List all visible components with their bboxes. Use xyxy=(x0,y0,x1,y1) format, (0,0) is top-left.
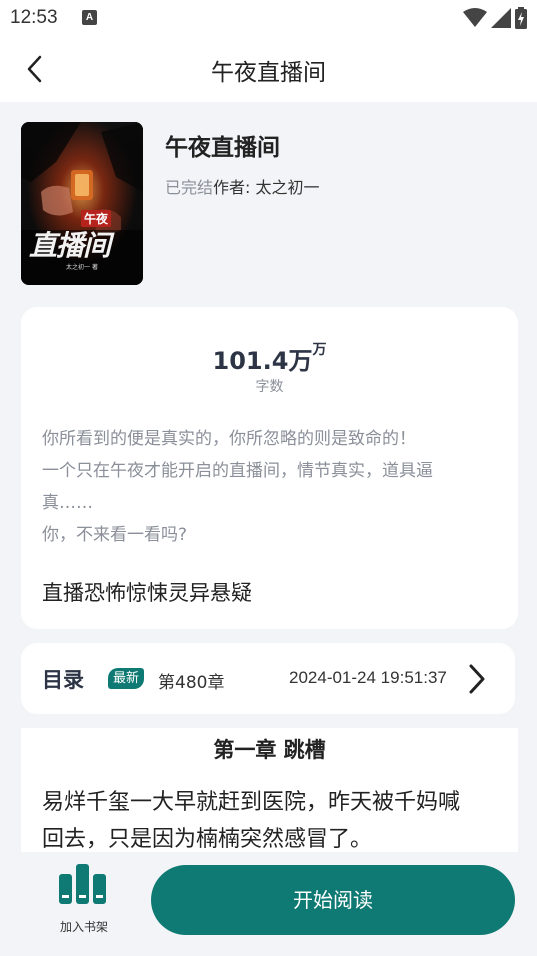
description-line: 你，不来看一看吗? xyxy=(42,525,188,545)
book-header: 午夜 直播间 太之初一 著 午夜直播间 已完结 作者: 太之初一 xyxy=(0,102,537,298)
word-count-value: 101.4万 xyxy=(212,347,313,375)
word-count-unit: 万 xyxy=(312,342,327,358)
latest-badge: 最新 xyxy=(108,668,145,689)
chapter-text: 易烊千玺一大早就赶到医院，昨天被千妈喊 回去，只是因为楠楠突然感冒了。 xyxy=(42,784,512,852)
notification-icon: A xyxy=(82,10,97,25)
book-title: 午夜直播间 xyxy=(165,135,280,161)
chapter-preview: 第一章 跳槽 易烊千玺一大早就赶到医院，昨天被千妈喊 回去，只是因为楠楠突然感冒… xyxy=(21,728,518,852)
status-bar: 12:53 A xyxy=(0,0,537,36)
add-to-shelf-button[interactable]: 加入书架 xyxy=(50,862,118,940)
book-description: 你所看到的便是真实的，你所忽略的则是致命的！ 一个只在午夜才能开启的直播间，情节… xyxy=(42,423,502,551)
table-of-contents-row[interactable]: 目录 最新 第480章 2024-01-24 19:51:37 xyxy=(21,643,515,714)
latest-chapter: 第480章 xyxy=(158,673,225,693)
book-info-card: 101.4万万 字数 你所看到的便是真实的，你所忽略的则是致命的！ 一个只在午夜… xyxy=(21,307,518,629)
book-meta: 已完结 作者: 太之初一 xyxy=(165,174,320,198)
word-count: 101.4万万 xyxy=(21,341,518,376)
chapter-line: 回去，只是因为楠楠突然感冒了。 xyxy=(42,827,373,852)
chevron-right-icon xyxy=(469,664,485,694)
genre-tags: 直播恐怖惊悚灵异悬疑 xyxy=(42,581,252,605)
start-reading-button[interactable]: 开始阅读 xyxy=(151,865,515,935)
cover-author: 太之初一 著 xyxy=(66,264,98,271)
cover-title-large: 直播间 xyxy=(29,229,111,262)
description-line: 真…… xyxy=(42,493,93,513)
status-icons xyxy=(463,7,527,29)
battery-charging-icon xyxy=(515,7,527,29)
chapter-title: 第一章 跳槽 xyxy=(213,738,326,762)
description-line: 你所看到的便是真实的，你所忽略的则是致命的！ xyxy=(42,429,416,449)
status-time: 12:53 xyxy=(10,7,58,28)
completion-status: 已完结 xyxy=(165,178,214,197)
add-to-shelf-label: 加入书架 xyxy=(59,920,108,934)
signal-icon xyxy=(491,8,511,28)
bookshelf-icon xyxy=(59,864,106,904)
page-title: 午夜直播间 xyxy=(211,60,326,86)
book-cover[interactable]: 午夜 直播间 太之初一 著 xyxy=(21,122,143,285)
description-line: 一个只在午夜才能开启的直播间，情节真实，道具逼 xyxy=(42,461,433,481)
author-name: 作者: 太之初一 xyxy=(213,178,320,197)
toc-label: 目录 xyxy=(42,668,84,692)
bottom-action-bar: 加入书架 开始阅读 xyxy=(0,852,537,956)
chapter-line: 易烊千玺一大早就赶到医院，昨天被千妈喊 xyxy=(42,790,461,815)
update-time: 2024-01-24 19:51:37 xyxy=(289,668,447,687)
word-count-label: 字数 xyxy=(255,379,284,395)
nav-bar: 午夜直播间 xyxy=(0,36,537,102)
wifi-icon xyxy=(463,8,487,27)
